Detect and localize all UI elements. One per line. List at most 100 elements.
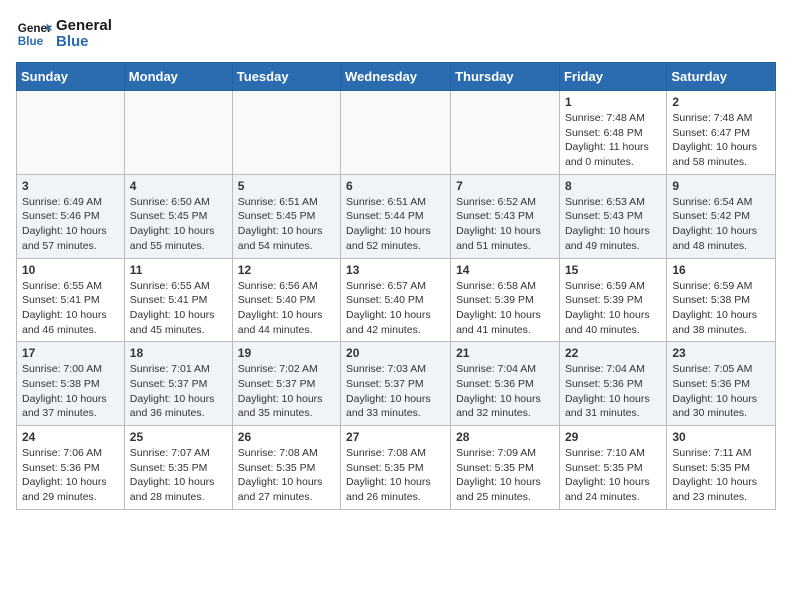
calendar-cell: 28 Sunrise: 7:09 AM Sunset: 5:35 PM Dayli… — [451, 426, 560, 510]
calendar-cell: 5Sunrise: 6:51 AM Sunset: 5:45 PM Daylig… — [232, 174, 340, 258]
day-info: Sunrise: 7:02 AM Sunset: 5:37 PM Dayligh… — [238, 362, 335, 421]
day-info: Sunrise: 7:01 AM Sunset: 5:37 PM Dayligh… — [130, 362, 227, 421]
calendar-cell: 3 Sunrise: 6:49 AM Sunset: 5:46 PM Daylig… — [17, 174, 125, 258]
calendar-cell: 2Sunrise: 7:48 AM Sunset: 6:47 PM Daylig… — [667, 91, 776, 175]
calendar-cell: 26 Sunrise: 7:08 AM Sunset: 5:35 PM Dayli… — [232, 426, 340, 510]
day-info: Sunrise: 7:03 AM Sunset: 5:37 PM Dayligh… — [346, 362, 445, 421]
day-number: 10 — [22, 263, 119, 277]
day-info: Sunrise: 7:08 AM Sunset: 5:35 PM Dayligh… — [238, 446, 335, 505]
calendar-cell — [341, 91, 451, 175]
week-row-1: 1 Sunrise: 7:48 AM Sunset: 6:48 PM Daylig… — [17, 91, 776, 175]
day-number: 1 — [565, 95, 661, 109]
calendar-cell: 4 Sunrise: 6:50 AM Sunset: 5:45 PM Daylig… — [124, 174, 232, 258]
day-number: 9 — [672, 179, 770, 193]
day-info: Sunrise: 7:06 AM Sunset: 5:36 PM Dayligh… — [22, 446, 119, 505]
day-number: 23 — [672, 346, 770, 360]
day-number: 6 — [346, 179, 445, 193]
calendar-cell: 14 Sunrise: 6:58 AM Sunset: 5:39 PM Dayli… — [451, 258, 560, 342]
day-info: Sunrise: 6:50 AM Sunset: 5:45 PM Dayligh… — [130, 195, 227, 254]
calendar-cell — [232, 91, 340, 175]
day-number: 14 — [456, 263, 554, 277]
calendar-cell: 11 Sunrise: 6:55 AM Sunset: 5:41 PM Dayli… — [124, 258, 232, 342]
day-number: 22 — [565, 346, 661, 360]
day-number: 15 — [565, 263, 661, 277]
day-info: Sunrise: 7:07 AM Sunset: 5:35 PM Dayligh… — [130, 446, 227, 505]
calendar-cell: 19 Sunrise: 7:02 AM Sunset: 5:37 PM Dayli… — [232, 342, 340, 426]
day-number: 12 — [238, 263, 335, 277]
logo-icon: General Blue — [16, 16, 52, 52]
calendar-cell: 30 Sunrise: 7:11 AM Sunset: 5:35 PM Dayli… — [667, 426, 776, 510]
calendar-cell: 29 Sunrise: 7:10 AM Sunset: 5:35 PM Dayli… — [559, 426, 666, 510]
calendar-cell: 7Sunrise: 6:52 AM Sunset: 5:43 PM Daylig… — [451, 174, 560, 258]
calendar-cell: 13Sunrise: 6:57 AM Sunset: 5:40 PM Dayli… — [341, 258, 451, 342]
calendar-cell: 23 Sunrise: 7:05 AM Sunset: 5:36 PM Dayli… — [667, 342, 776, 426]
weekday-header-saturday: Saturday — [667, 63, 776, 91]
calendar-cell: 20 Sunrise: 7:03 AM Sunset: 5:37 PM Dayli… — [341, 342, 451, 426]
day-info: Sunrise: 7:08 AM Sunset: 5:35 PM Dayligh… — [346, 446, 445, 505]
weekday-header-tuesday: Tuesday — [232, 63, 340, 91]
day-info: Sunrise: 7:09 AM Sunset: 5:35 PM Dayligh… — [456, 446, 554, 505]
day-info: Sunrise: 6:58 AM Sunset: 5:39 PM Dayligh… — [456, 279, 554, 338]
day-info: Sunrise: 7:11 AM Sunset: 5:35 PM Dayligh… — [672, 446, 770, 505]
page-header: General Blue General Blue — [16, 16, 776, 52]
calendar-cell: 25 Sunrise: 7:07 AM Sunset: 5:35 PM Dayli… — [124, 426, 232, 510]
weekday-header-thursday: Thursday — [451, 63, 560, 91]
day-info: Sunrise: 6:59 AM Sunset: 5:39 PM Dayligh… — [565, 279, 661, 338]
day-number: 7 — [456, 179, 554, 193]
week-row-5: 24 Sunrise: 7:06 AM Sunset: 5:36 PM Dayli… — [17, 426, 776, 510]
logo: General Blue General Blue — [16, 16, 112, 52]
week-row-4: 17Sunrise: 7:00 AM Sunset: 5:38 PM Dayli… — [17, 342, 776, 426]
day-number: 8 — [565, 179, 661, 193]
logo-line1: General — [56, 18, 112, 35]
day-info: Sunrise: 7:04 AM Sunset: 5:36 PM Dayligh… — [456, 362, 554, 421]
calendar-cell: 9 Sunrise: 6:54 AM Sunset: 5:42 PM Daylig… — [667, 174, 776, 258]
day-info: Sunrise: 7:10 AM Sunset: 5:35 PM Dayligh… — [565, 446, 661, 505]
calendar-cell: 24 Sunrise: 7:06 AM Sunset: 5:36 PM Dayli… — [17, 426, 125, 510]
calendar-cell: 1 Sunrise: 7:48 AM Sunset: 6:48 PM Daylig… — [559, 91, 666, 175]
day-info: Sunrise: 6:49 AM Sunset: 5:46 PM Dayligh… — [22, 195, 119, 254]
day-number: 26 — [238, 430, 335, 444]
calendar-cell: 8 Sunrise: 6:53 AM Sunset: 5:43 PM Daylig… — [559, 174, 666, 258]
day-info: Sunrise: 7:00 AM Sunset: 5:38 PM Dayligh… — [22, 362, 119, 421]
day-number: 16 — [672, 263, 770, 277]
calendar-cell: 6Sunrise: 6:51 AM Sunset: 5:44 PM Daylig… — [341, 174, 451, 258]
calendar-cell: 27Sunrise: 7:08 AM Sunset: 5:35 PM Dayli… — [341, 426, 451, 510]
calendar-cell: 12 Sunrise: 6:56 AM Sunset: 5:40 PM Dayli… — [232, 258, 340, 342]
day-info: Sunrise: 6:55 AM Sunset: 5:41 PM Dayligh… — [130, 279, 227, 338]
day-number: 11 — [130, 263, 227, 277]
day-number: 3 — [22, 179, 119, 193]
calendar-cell: 17Sunrise: 7:00 AM Sunset: 5:38 PM Dayli… — [17, 342, 125, 426]
calendar-cell: 18 Sunrise: 7:01 AM Sunset: 5:37 PM Dayli… — [124, 342, 232, 426]
day-number: 20 — [346, 346, 445, 360]
day-number: 4 — [130, 179, 227, 193]
day-number: 29 — [565, 430, 661, 444]
week-row-3: 10 Sunrise: 6:55 AM Sunset: 5:41 PM Dayli… — [17, 258, 776, 342]
calendar-cell — [451, 91, 560, 175]
day-info: Sunrise: 6:59 AM Sunset: 5:38 PM Dayligh… — [672, 279, 770, 338]
calendar-cell: 16 Sunrise: 6:59 AM Sunset: 5:38 PM Dayli… — [667, 258, 776, 342]
calendar-cell: 21 Sunrise: 7:04 AM Sunset: 5:36 PM Dayli… — [451, 342, 560, 426]
day-info: Sunrise: 6:56 AM Sunset: 5:40 PM Dayligh… — [238, 279, 335, 338]
day-number: 25 — [130, 430, 227, 444]
calendar-table: SundayMondayTuesdayWednesdayThursdayFrid… — [16, 62, 776, 510]
day-number: 28 — [456, 430, 554, 444]
weekday-header-monday: Monday — [124, 63, 232, 91]
week-row-2: 3 Sunrise: 6:49 AM Sunset: 5:46 PM Daylig… — [17, 174, 776, 258]
day-info: Sunrise: 7:48 AM Sunset: 6:48 PM Dayligh… — [565, 111, 661, 170]
day-number: 2 — [672, 95, 770, 109]
day-number: 18 — [130, 346, 227, 360]
day-info: Sunrise: 6:57 AM Sunset: 5:40 PM Dayligh… — [346, 279, 445, 338]
calendar-cell: 22Sunrise: 7:04 AM Sunset: 5:36 PM Dayli… — [559, 342, 666, 426]
svg-text:Blue: Blue — [18, 35, 44, 48]
day-info: Sunrise: 6:55 AM Sunset: 5:41 PM Dayligh… — [22, 279, 119, 338]
day-info: Sunrise: 6:54 AM Sunset: 5:42 PM Dayligh… — [672, 195, 770, 254]
day-number: 30 — [672, 430, 770, 444]
day-number: 19 — [238, 346, 335, 360]
calendar-cell — [124, 91, 232, 175]
day-number: 24 — [22, 430, 119, 444]
day-info: Sunrise: 6:53 AM Sunset: 5:43 PM Dayligh… — [565, 195, 661, 254]
day-info: Sunrise: 7:05 AM Sunset: 5:36 PM Dayligh… — [672, 362, 770, 421]
weekday-header-sunday: Sunday — [17, 63, 125, 91]
day-number: 5 — [238, 179, 335, 193]
day-number: 21 — [456, 346, 554, 360]
